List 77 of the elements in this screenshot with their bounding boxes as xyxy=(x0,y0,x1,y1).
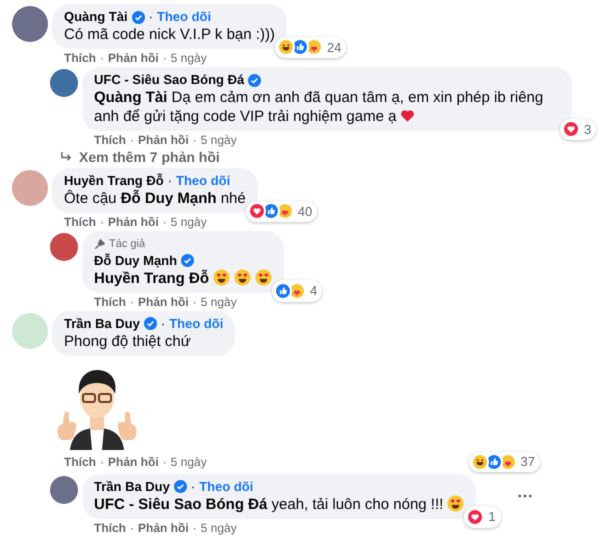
reply-link[interactable]: Phản hồi xyxy=(108,51,159,65)
laughing-reaction-icon xyxy=(470,452,489,470)
heart-eyes-emoji-icon xyxy=(447,494,464,512)
reaction-summary[interactable]: 37 xyxy=(468,452,540,472)
reaction-summary[interactable]: 3 xyxy=(560,118,596,140)
follow-link[interactable]: Theo dõi xyxy=(176,173,230,189)
like-link[interactable]: Thích xyxy=(64,454,96,468)
heart-eyes-emoji-icon xyxy=(234,268,252,286)
separator-dot: · xyxy=(168,173,172,189)
follow-link[interactable]: Theo dõi xyxy=(199,478,254,494)
separator-dot: · xyxy=(130,294,134,308)
timestamp[interactable]: 5 ngày xyxy=(200,294,237,308)
reaction-summary[interactable]: 4 xyxy=(272,280,322,302)
like-link[interactable]: Thích xyxy=(64,215,96,229)
timestamp[interactable]: 5 ngày xyxy=(200,520,237,534)
timestamp[interactable]: 5 ngày xyxy=(170,454,207,468)
separator-dot: · xyxy=(100,215,104,229)
separator-dot: · xyxy=(162,51,167,65)
hug-reaction-icon xyxy=(288,282,306,300)
more-replies-link[interactable]: Xem thêm 7 phản hồi xyxy=(60,149,600,166)
avatar[interactable] xyxy=(50,69,78,97)
separator-dot: · xyxy=(192,520,197,534)
heart-reaction-icon xyxy=(466,508,484,526)
timestamp[interactable]: 5 ngày xyxy=(200,133,237,147)
commenter-name[interactable]: UFC - Siêu Sao Bóng Đá xyxy=(94,72,244,88)
separator-dot: · xyxy=(130,520,134,534)
separator-dot: · xyxy=(162,454,167,468)
reply-link[interactable]: Phản hồi xyxy=(138,294,189,308)
commenter-name[interactable]: Huyền Trang Đỗ xyxy=(64,173,164,189)
separator-dot: · xyxy=(100,51,104,65)
author-label: Tác giả xyxy=(109,237,146,252)
separator-dot: · xyxy=(192,133,197,147)
heart-reaction-icon xyxy=(248,202,266,220)
laughing-reaction-icon xyxy=(276,38,295,56)
comment-text: Quàng Tài Dạ em cảm ơn anh đã quan tâm ạ, em xin phép ib riêng anh để gửi tặng code VIP trải nghiệm game ạ xyxy=(94,88,544,126)
microphone-icon xyxy=(94,238,105,250)
commenter-name[interactable]: Trần Ba Duy xyxy=(64,316,140,332)
separator-dot: · xyxy=(192,294,197,308)
comment-text: Có mã code nick V.I.P k bạn :))) xyxy=(64,25,275,44)
timestamp[interactable]: 5 ngày xyxy=(170,51,207,65)
follow-link[interactable]: Theo dõi xyxy=(169,316,224,332)
separator-dot: · xyxy=(162,215,167,229)
comment-text: UFC - Siêu Sao Bóng Đá yeah, tải luôn cho nóng !!! xyxy=(94,494,464,514)
heart-eyes-emoji-icon xyxy=(255,268,272,286)
avatar[interactable] xyxy=(50,233,78,261)
reaction-summary[interactable]: 24 xyxy=(274,36,346,58)
reply-link[interactable]: Phản hồi xyxy=(108,454,159,468)
reaction-summary[interactable]: 40 xyxy=(246,200,318,222)
comment-text: Phong độ thiệt chứ xyxy=(64,332,192,350)
reaction-summary[interactable]: 1 xyxy=(464,506,501,528)
separator-dot: · xyxy=(148,9,153,25)
like-link[interactable]: Thích xyxy=(94,520,126,534)
reply-arrow-icon xyxy=(60,152,73,163)
comment-text: Ôte cậu Đỗ Duy Mạnh nhé xyxy=(64,189,246,208)
separator-dot: · xyxy=(190,478,196,494)
reply-link[interactable]: Phản hồi xyxy=(108,215,159,229)
timestamp[interactable]: 5 ngày xyxy=(170,215,207,229)
heart-eyes-emoji-icon xyxy=(213,268,230,286)
separator-dot: · xyxy=(160,316,166,332)
commenter-name[interactable]: Quàng Tài xyxy=(64,9,128,25)
more-options-icon[interactable] xyxy=(518,494,532,498)
reply-link[interactable]: Phản hồi xyxy=(138,520,189,534)
commenter-name[interactable]: Trần Ba Duy xyxy=(94,478,170,494)
heart-reaction-icon xyxy=(562,120,580,138)
heart-icon xyxy=(400,108,416,123)
like-link[interactable]: Thích xyxy=(64,51,96,65)
separator-dot: · xyxy=(130,133,134,147)
reply-link[interactable]: Phản hồi xyxy=(138,133,189,147)
like-link[interactable]: Thích xyxy=(94,294,126,308)
avatar[interactable] xyxy=(50,476,78,504)
like-link[interactable]: Thích xyxy=(94,133,126,147)
commenter-name[interactable]: Đỗ Duy Mạnh xyxy=(94,252,178,268)
avatar[interactable] xyxy=(12,6,48,42)
like-reaction-icon xyxy=(274,282,292,300)
separator-dot: · xyxy=(100,454,104,468)
comment-text: Huyền Trang Đỗ xyxy=(94,268,272,288)
follow-link[interactable]: Theo dõi xyxy=(156,9,212,25)
